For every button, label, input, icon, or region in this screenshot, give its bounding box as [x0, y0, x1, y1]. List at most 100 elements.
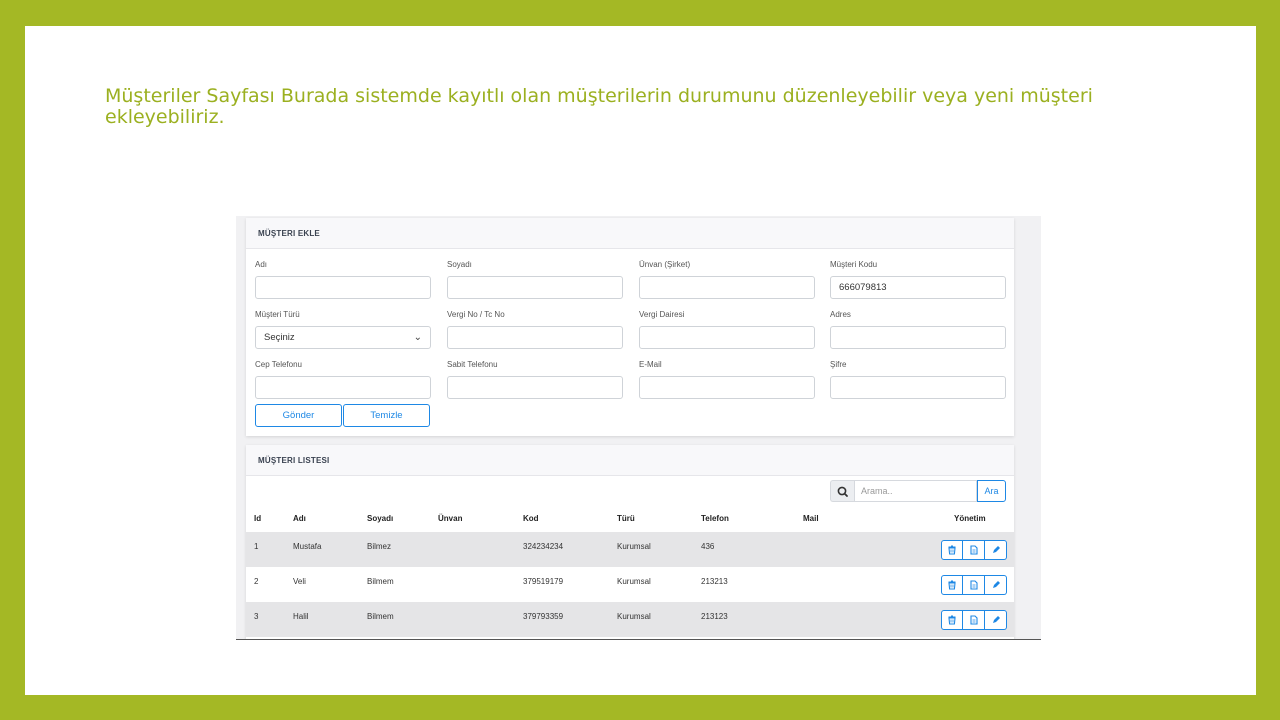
- cell-surname: Bilmez: [367, 542, 392, 551]
- cell-code: 324234234: [523, 542, 564, 551]
- document-icon: [969, 615, 978, 625]
- table-row: 3 Halil Bilmem 379793359 Kurumsal 213123: [246, 602, 1014, 637]
- delete-button[interactable]: [941, 575, 963, 595]
- cell-code: 379793359: [523, 612, 564, 621]
- row-actions: [941, 610, 1007, 630]
- first-name-input[interactable]: [255, 276, 431, 299]
- column-header-type: Türü: [617, 514, 635, 523]
- tax-number-field: Vergi No / Tc No: [447, 309, 623, 349]
- search-icon: [830, 480, 854, 502]
- trash-icon: [948, 545, 956, 555]
- cell-name: Veli: [293, 577, 306, 586]
- document-icon: [969, 545, 978, 555]
- cell-phone: 213123: [701, 612, 728, 621]
- edit-button[interactable]: [985, 610, 1007, 630]
- landline-phone-input[interactable]: [447, 376, 623, 399]
- tax-number-input[interactable]: [447, 326, 623, 349]
- app-screenshot: MÜŞTERI EKLE Adı Soyadı Ünvan (Şirket) M…: [236, 216, 1041, 640]
- mobile-phone-field: Cep Telefonu: [255, 359, 431, 399]
- search-input[interactable]: Arama..: [854, 480, 977, 502]
- cell-surname: Bilmem: [367, 612, 394, 621]
- address-field: Adres: [830, 309, 1006, 349]
- company-title-input[interactable]: [639, 276, 815, 299]
- mobile-phone-input[interactable]: [255, 376, 431, 399]
- detail-button[interactable]: [963, 540, 985, 560]
- chevron-down-icon: ⌄: [413, 332, 422, 343]
- first-name-field: Adı: [255, 259, 431, 299]
- edit-button[interactable]: [985, 575, 1007, 595]
- column-header-id: Id: [254, 514, 262, 523]
- cell-surname: Bilmem: [367, 577, 394, 586]
- submit-button[interactable]: Gönder: [255, 404, 342, 427]
- tax-office-input[interactable]: [639, 326, 815, 349]
- cell-id: 3: [254, 612, 259, 621]
- company-title-field: Ünvan (Şirket): [639, 259, 815, 299]
- last-name-field: Soyadı: [447, 259, 623, 299]
- company-title-label: Ünvan (Şirket): [639, 260, 691, 269]
- address-input[interactable]: [830, 326, 1006, 349]
- delete-button[interactable]: [941, 610, 963, 630]
- table-row: 2 Veli Bilmem 379519179 Kurumsal 213213: [246, 567, 1014, 602]
- trash-icon: [948, 615, 956, 625]
- email-field: E-Mail: [639, 359, 815, 399]
- search-button[interactable]: Ara: [977, 480, 1006, 502]
- slide-title: Müşteriler Sayfası Burada sistemde kayıt…: [105, 85, 1093, 128]
- table-header: Id Adı Soyadı Ünvan Kod Türü Telefon Mai…: [246, 508, 1014, 532]
- customer-type-value: Seçiniz: [264, 332, 295, 343]
- pencil-icon: [992, 616, 1000, 623]
- cell-phone: 436: [701, 542, 715, 551]
- cell-id: 2: [254, 577, 259, 586]
- document-icon: [969, 580, 978, 590]
- customer-code-label: Müşteri Kodu: [830, 260, 878, 269]
- row-actions: [941, 540, 1007, 560]
- cell-type: Kurumsal: [617, 577, 651, 586]
- customer-type-select[interactable]: Seçiniz ⌄: [255, 326, 431, 349]
- tax-office-label: Vergi Dairesi: [639, 310, 685, 319]
- password-field: Şifre: [830, 359, 1006, 399]
- pencil-icon: [992, 546, 1000, 553]
- password-input[interactable]: [830, 376, 1006, 399]
- customer-code-input[interactable]: 666079813: [830, 276, 1006, 299]
- column-header-title: Ünvan: [438, 514, 463, 523]
- landline-phone-field: Sabit Telefonu: [447, 359, 623, 399]
- pencil-icon: [992, 581, 1000, 588]
- customer-list-card: MÜŞTERI LISTESI Arama.. Ara Id Adı Soyad…: [246, 445, 1014, 639]
- landline-phone-label: Sabit Telefonu: [447, 360, 498, 369]
- customer-type-label: Müşteri Türü: [255, 310, 300, 319]
- tax-number-label: Vergi No / Tc No: [447, 310, 505, 319]
- trash-icon: [948, 580, 956, 590]
- tax-office-field: Vergi Dairesi: [639, 309, 815, 349]
- column-header-actions: Yönetim: [954, 514, 986, 523]
- email-label: E-Mail: [639, 360, 662, 369]
- last-name-input[interactable]: [447, 276, 623, 299]
- detail-button[interactable]: [963, 610, 985, 630]
- cell-type: Kurumsal: [617, 542, 651, 551]
- customer-type-field: Müşteri Türü Seçiniz ⌄: [255, 309, 431, 349]
- first-name-label: Adı: [255, 260, 268, 269]
- customer-list-heading: MÜŞTERI LISTESI: [246, 445, 1014, 476]
- row-actions: [941, 575, 1007, 595]
- column-header-code: Kod: [523, 514, 539, 523]
- cell-phone: 213213: [701, 577, 728, 586]
- customer-code-field: Müşteri Kodu 666079813: [830, 259, 1006, 299]
- detail-button[interactable]: [963, 575, 985, 595]
- delete-button[interactable]: [941, 540, 963, 560]
- edit-button[interactable]: [985, 540, 1007, 560]
- cell-name: Halil: [293, 612, 309, 621]
- last-name-label: Soyadı: [447, 260, 472, 269]
- mobile-phone-label: Cep Telefonu: [255, 360, 302, 369]
- customer-add-heading: MÜŞTERI EKLE: [246, 218, 1014, 249]
- clear-button[interactable]: Temizle: [343, 404, 430, 427]
- cell-code: 379519179: [523, 577, 564, 586]
- password-label: Şifre: [830, 360, 847, 369]
- table-row: 1 Mustafa Bilmez 324234234 Kurumsal 436: [246, 532, 1014, 567]
- email-input[interactable]: [639, 376, 815, 399]
- search-group: Arama.. Ara: [830, 480, 1006, 502]
- address-label: Adres: [830, 310, 851, 319]
- customer-add-card: MÜŞTERI EKLE Adı Soyadı Ünvan (Şirket) M…: [246, 218, 1014, 436]
- column-header-phone: Telefon: [701, 514, 729, 523]
- column-header-name: Adı: [293, 514, 306, 523]
- column-header-surname: Soyadı: [367, 514, 394, 523]
- cell-id: 1: [254, 542, 259, 551]
- cell-name: Mustafa: [293, 542, 322, 551]
